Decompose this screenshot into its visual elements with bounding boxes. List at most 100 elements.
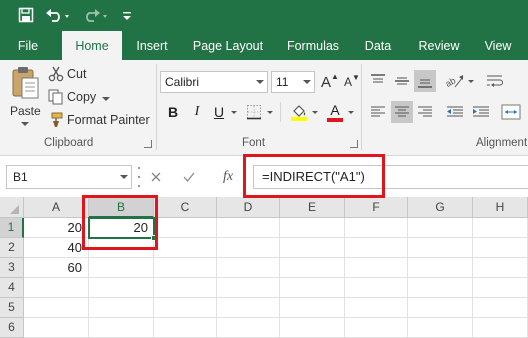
cell-h6[interactable] — [473, 318, 528, 338]
tab-page-layout[interactable]: Page Layout — [186, 31, 270, 60]
row-header-2[interactable]: 2 — [0, 238, 24, 258]
cell-f1[interactable] — [345, 218, 408, 238]
cell-d4[interactable] — [217, 278, 280, 298]
tab-insert[interactable]: Insert — [128, 31, 176, 60]
row-header-4[interactable]: 4 — [0, 278, 24, 298]
cell-e4[interactable] — [280, 278, 345, 298]
cell-d1[interactable] — [217, 218, 280, 238]
cell-c5[interactable] — [154, 298, 217, 318]
name-box[interactable]: B1 — [6, 165, 132, 189]
cell-g1[interactable] — [408, 218, 473, 238]
row-header-3[interactable]: 3 — [0, 258, 24, 278]
cell-c2[interactable] — [154, 238, 217, 258]
column-header-a[interactable]: A — [24, 197, 89, 218]
cell-g6[interactable] — [408, 318, 473, 338]
underline-dropdown-icon[interactable] — [231, 111, 237, 114]
column-header-f[interactable]: F — [345, 197, 408, 218]
cell-a3[interactable]: 60 — [24, 258, 89, 278]
merge-center-button[interactable] — [500, 101, 522, 123]
font-color-dropdown-icon[interactable] — [348, 111, 354, 114]
top-align-button[interactable] — [367, 70, 389, 92]
cell-c1[interactable] — [154, 218, 217, 238]
increase-font-size-button[interactable]: A ▲ — [319, 71, 341, 93]
font-color-button[interactable]: A — [324, 101, 346, 123]
customize-qat-icon[interactable] — [120, 4, 134, 26]
underline-button[interactable]: U — [208, 101, 230, 123]
select-all-corner[interactable] — [0, 197, 24, 218]
column-header-d[interactable]: D — [217, 197, 280, 218]
cell-d6[interactable] — [217, 318, 280, 338]
orientation-button[interactable]: ab — [444, 70, 466, 92]
cell-g2[interactable] — [408, 238, 473, 258]
borders-button[interactable] — [243, 101, 265, 123]
decrease-font-size-button[interactable]: A ▼ — [341, 71, 363, 93]
tab-review[interactable]: Review — [410, 31, 468, 60]
cell-f2[interactable] — [345, 238, 408, 258]
cell-d3[interactable] — [217, 258, 280, 278]
cell-b3[interactable] — [89, 258, 154, 278]
wrap-text-button[interactable] — [484, 70, 506, 92]
cell-e6[interactable] — [280, 318, 345, 338]
cell-a2[interactable]: 40 — [24, 238, 89, 258]
italic-button[interactable]: I — [186, 101, 208, 123]
cell-g5[interactable] — [408, 298, 473, 318]
cell-h2[interactable] — [473, 238, 528, 258]
cell-e5[interactable] — [280, 298, 345, 318]
cell-f3[interactable] — [345, 258, 408, 278]
align-left-button[interactable] — [367, 101, 389, 123]
cell-a6[interactable] — [24, 318, 89, 338]
cell-c3[interactable] — [154, 258, 217, 278]
cell-b6[interactable] — [89, 318, 154, 338]
cell-b4[interactable] — [89, 278, 154, 298]
cell-h4[interactable] — [473, 278, 528, 298]
copy-dropdown-icon[interactable] — [102, 97, 110, 101]
cell-b5[interactable] — [89, 298, 154, 318]
cell-f4[interactable] — [345, 278, 408, 298]
cell-a1[interactable]: 20 — [24, 218, 89, 238]
paste-dropdown-icon[interactable] — [21, 122, 29, 126]
save-icon[interactable] — [14, 4, 38, 26]
align-right-button[interactable] — [414, 101, 436, 123]
tab-formulas[interactable]: Formulas — [280, 31, 346, 60]
tab-file[interactable]: File — [6, 31, 50, 60]
cell-e3[interactable] — [280, 258, 345, 278]
column-header-c[interactable]: C — [154, 197, 217, 218]
middle-align-button[interactable] — [391, 70, 413, 92]
increase-indent-button[interactable] — [470, 101, 492, 123]
tab-view[interactable]: View — [476, 31, 520, 60]
insert-function-button[interactable]: fx — [216, 165, 240, 189]
font-size-select[interactable]: 11 — [271, 71, 315, 93]
cell-f6[interactable] — [345, 318, 408, 338]
decrease-indent-button[interactable] — [444, 101, 466, 123]
row-header-6[interactable]: 6 — [0, 318, 24, 338]
redo-icon[interactable] — [82, 4, 110, 26]
orientation-dropdown-icon[interactable] — [468, 80, 474, 83]
fill-color-button[interactable] — [288, 101, 310, 123]
font-name-select[interactable]: Calibri — [160, 71, 268, 93]
cancel-icon[interactable] — [145, 165, 167, 189]
cell-a5[interactable] — [24, 298, 89, 318]
cell-e2[interactable] — [280, 238, 345, 258]
cell-f5[interactable] — [345, 298, 408, 318]
align-center-button[interactable] — [391, 101, 413, 123]
bold-button[interactable]: B — [162, 101, 184, 123]
fill-color-dropdown-icon[interactable] — [312, 111, 318, 114]
cell-c4[interactable] — [154, 278, 217, 298]
undo-icon[interactable] — [44, 4, 72, 26]
column-header-h[interactable]: H — [473, 197, 528, 218]
cell-g3[interactable] — [408, 258, 473, 278]
cell-h5[interactable] — [473, 298, 528, 318]
tab-home[interactable]: Home — [62, 31, 122, 60]
cell-h3[interactable] — [473, 258, 528, 278]
cell-h1[interactable] — [473, 218, 528, 238]
column-header-g[interactable]: G — [408, 197, 473, 218]
cell-e1[interactable] — [280, 218, 345, 238]
paste-button[interactable]: Paste — [6, 64, 44, 128]
cell-g4[interactable] — [408, 278, 473, 298]
row-header-1[interactable]: 1 — [0, 218, 24, 238]
cell-d5[interactable] — [217, 298, 280, 318]
clipboard-launcher-icon[interactable] — [144, 140, 152, 148]
bottom-align-button[interactable] — [414, 70, 436, 92]
font-launcher-icon[interactable] — [350, 140, 358, 148]
cell-c6[interactable] — [154, 318, 217, 338]
